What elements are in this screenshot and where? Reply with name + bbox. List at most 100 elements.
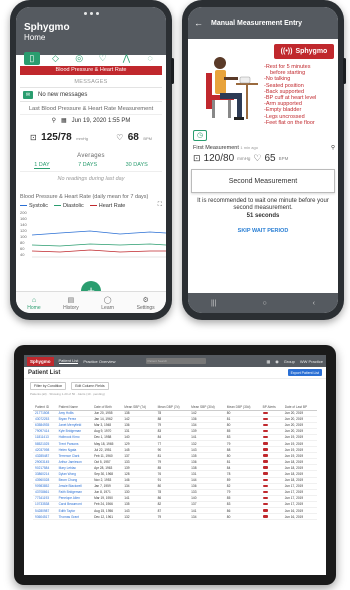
legend-systolic: Systolic bbox=[20, 203, 48, 209]
last-measurement-title: Last Blood Pressure & Heart Rate Measure… bbox=[20, 104, 162, 115]
y-tick-100: 100 bbox=[20, 234, 27, 239]
col-mean-dbp-7d[interactable]: Mean DBP (7d) bbox=[155, 398, 190, 411]
page-title: Home bbox=[24, 33, 46, 42]
col-patient-id[interactable]: Patient ID bbox=[33, 398, 57, 411]
tab-patient-list[interactable]: Patient List bbox=[58, 358, 79, 364]
last-bp-unit: mmHg bbox=[76, 136, 88, 141]
mail-icon: ✉ bbox=[23, 90, 33, 99]
first-bp-value: 120/80 bbox=[203, 153, 235, 164]
edit-columns-dropdown[interactable]: Edit Column Fields bbox=[71, 382, 109, 390]
filter-condition-dropdown[interactable]: Filter by Condition bbox=[30, 382, 67, 390]
seated-person-illustration bbox=[206, 57, 258, 120]
calendar-icon[interactable]: ◇ bbox=[47, 52, 63, 65]
export-button[interactable]: Export Patient List bbox=[287, 369, 322, 376]
measurement-header: ← Manual Measurement Entry bbox=[188, 7, 338, 39]
averages-tabs: 1 DAY 7 DAYS 30 DAYS bbox=[20, 162, 162, 172]
y-tick-160: 160 bbox=[20, 216, 27, 221]
phone-measurement: ← Manual Measurement Entry ((•)) Sphygmo… bbox=[182, 0, 346, 320]
clipboard-icon[interactable]: ▯ bbox=[23, 51, 40, 65]
status-bar bbox=[24, 7, 158, 19]
alert-flag-icon bbox=[262, 466, 268, 469]
home-icon-tabs: ▯ ◇ ◎ ♡ ⋀ ◌ bbox=[20, 51, 162, 65]
col-last-bp[interactable]: Date of Last BP bbox=[282, 398, 317, 411]
col-bp-alerts[interactable]: BP Alerts bbox=[260, 398, 283, 411]
home-circle-icon[interactable]: ○ bbox=[262, 300, 266, 307]
measurement-title: Manual Measurement Entry bbox=[211, 19, 303, 27]
alert-flag-icon bbox=[262, 496, 268, 500]
nav-history[interactable]: ▤ History bbox=[63, 297, 79, 311]
last-measurement-card: Last Blood Pressure & Heart Rate Measure… bbox=[20, 104, 162, 145]
heart-icon[interactable]: ♡ bbox=[95, 52, 111, 65]
patient-id-cell[interactable]: 93604517 bbox=[33, 513, 57, 521]
pill-icon[interactable]: ◌ bbox=[142, 52, 158, 65]
alert-flag-icon bbox=[262, 515, 268, 518]
col-mean-sbp-30d[interactable]: Mean SBP (30d) bbox=[189, 398, 225, 411]
alert-flag-icon bbox=[262, 502, 268, 506]
expand-icon[interactable]: ⛶ bbox=[158, 202, 162, 209]
tab-1-day[interactable]: 1 DAY bbox=[34, 162, 50, 169]
y-tick-60: 60 bbox=[20, 246, 25, 251]
group-label[interactable]: Group bbox=[284, 359, 295, 364]
messages-row[interactable]: ✉ No new messages bbox=[20, 87, 162, 102]
phone-side-button bbox=[343, 58, 346, 84]
legend-diastolic: Diastolic bbox=[53, 203, 84, 209]
practice-dropdown[interactable]: WW Practice bbox=[300, 359, 323, 364]
recent-apps-icon[interactable]: ||| bbox=[211, 300, 216, 307]
countdown-seconds: 51 seconds bbox=[246, 213, 280, 219]
chat-icon[interactable]: ◎ bbox=[71, 52, 87, 65]
nav-learn[interactable]: ◯ Learn bbox=[101, 297, 114, 311]
messages-status: No new messages bbox=[38, 91, 88, 98]
bp-value-group: ⊡ 125/78 mmHg bbox=[30, 127, 88, 145]
alert-flag-icon bbox=[262, 454, 268, 457]
tab-7-days[interactable]: 7 DAYS bbox=[78, 162, 97, 169]
no-readings-text: No readings during last day bbox=[57, 176, 125, 182]
systolic-line bbox=[31, 230, 166, 236]
timer-icon[interactable]: ◷ bbox=[193, 130, 207, 141]
bp-section-bar: Blood Pressure & Heart Rate bbox=[20, 66, 162, 75]
alert-flag-icon bbox=[262, 490, 268, 494]
tab-30-days[interactable]: 30 DAYS bbox=[126, 162, 148, 169]
skip-wait-button[interactable]: SKIP WAIT PERIOD bbox=[188, 228, 338, 234]
android-nav-bar: ||| ○ ‹ bbox=[188, 293, 338, 313]
phone-side-button bbox=[171, 58, 174, 84]
messages-section: MESSAGES ✉ No new messages bbox=[20, 79, 162, 102]
y-tick-120: 120 bbox=[20, 228, 27, 233]
second-measurement-button[interactable]: Second Measurement bbox=[191, 169, 335, 193]
legend-heart-rate: Heart Rate bbox=[89, 203, 125, 209]
alert-flag-icon bbox=[262, 472, 268, 475]
back-arrow-icon[interactable]: ← bbox=[194, 18, 203, 28]
first-measurement-label: First Measurement 1 min ago ⚲ bbox=[193, 145, 336, 151]
graph-card: Blood Pressure & Heart Rate (daily mean … bbox=[20, 194, 166, 266]
nav-home[interactable]: ⌂ Home bbox=[27, 297, 40, 311]
col-patient-name[interactable]: Patient Name bbox=[56, 398, 93, 411]
home-screen: Sphygmo Home ▯ ◇ ◎ ♡ ⋀ ◌ Blood Pressure … bbox=[16, 7, 166, 313]
back-chevron-icon[interactable]: ‹ bbox=[313, 300, 315, 307]
heart-rate-line bbox=[31, 249, 166, 253]
nav-settings[interactable]: ⚙ Settings bbox=[137, 297, 155, 311]
calendar-small-icon: ▦ bbox=[61, 118, 67, 124]
home-header: Sphygmo Home bbox=[16, 7, 166, 55]
bp-alert-cell bbox=[260, 513, 283, 521]
top-right-controls: ▦ ◉ Group WW Practice bbox=[266, 359, 323, 364]
activity-icon[interactable]: ⋀ bbox=[118, 52, 134, 65]
first-hr-value: 65 bbox=[264, 153, 276, 164]
wait-recommendation: It is recommended to wait one minute bef… bbox=[197, 198, 329, 211]
grid-icon[interactable]: ▦ bbox=[266, 359, 270, 364]
instructions-list: -Rest for 5 minutes before starting -No … bbox=[264, 64, 335, 126]
first-measurement-values: ⊡ 120/80 mmHg ♡ 65 BPM bbox=[193, 153, 288, 164]
patient-search-input[interactable]: Patient Search bbox=[145, 358, 206, 364]
app-brand: Sphygmo bbox=[24, 22, 70, 33]
tab-practice-overview[interactable]: Practice Overview bbox=[83, 359, 115, 364]
instruction-item: -Feet flat on the floor bbox=[264, 119, 315, 126]
col-dob[interactable]: Date of Birth bbox=[92, 398, 123, 411]
sphygmo-logo: ((•)) Sphygmo bbox=[274, 44, 334, 59]
col-mean-sbp-7d[interactable]: Mean SBP (7d) bbox=[122, 398, 156, 411]
table-row[interactable]: 93604517 Thomas Grant Dec 12, 1961 132 79 134… bbox=[33, 513, 317, 521]
col-mean-dbp-30d[interactable]: Mean DBP (30d) bbox=[224, 398, 261, 411]
alert-flag-icon bbox=[262, 442, 268, 445]
first-bp-unit: mmHg bbox=[237, 156, 251, 161]
patient-name-cell[interactable]: Thomas Grant bbox=[56, 513, 93, 521]
bottom-nav: ⌂ Home ▤ History ◯ Learn ⚙ Settings bbox=[16, 291, 166, 313]
user-icon[interactable]: ◉ bbox=[275, 359, 279, 364]
bp-icon: ⊡ bbox=[30, 133, 37, 142]
